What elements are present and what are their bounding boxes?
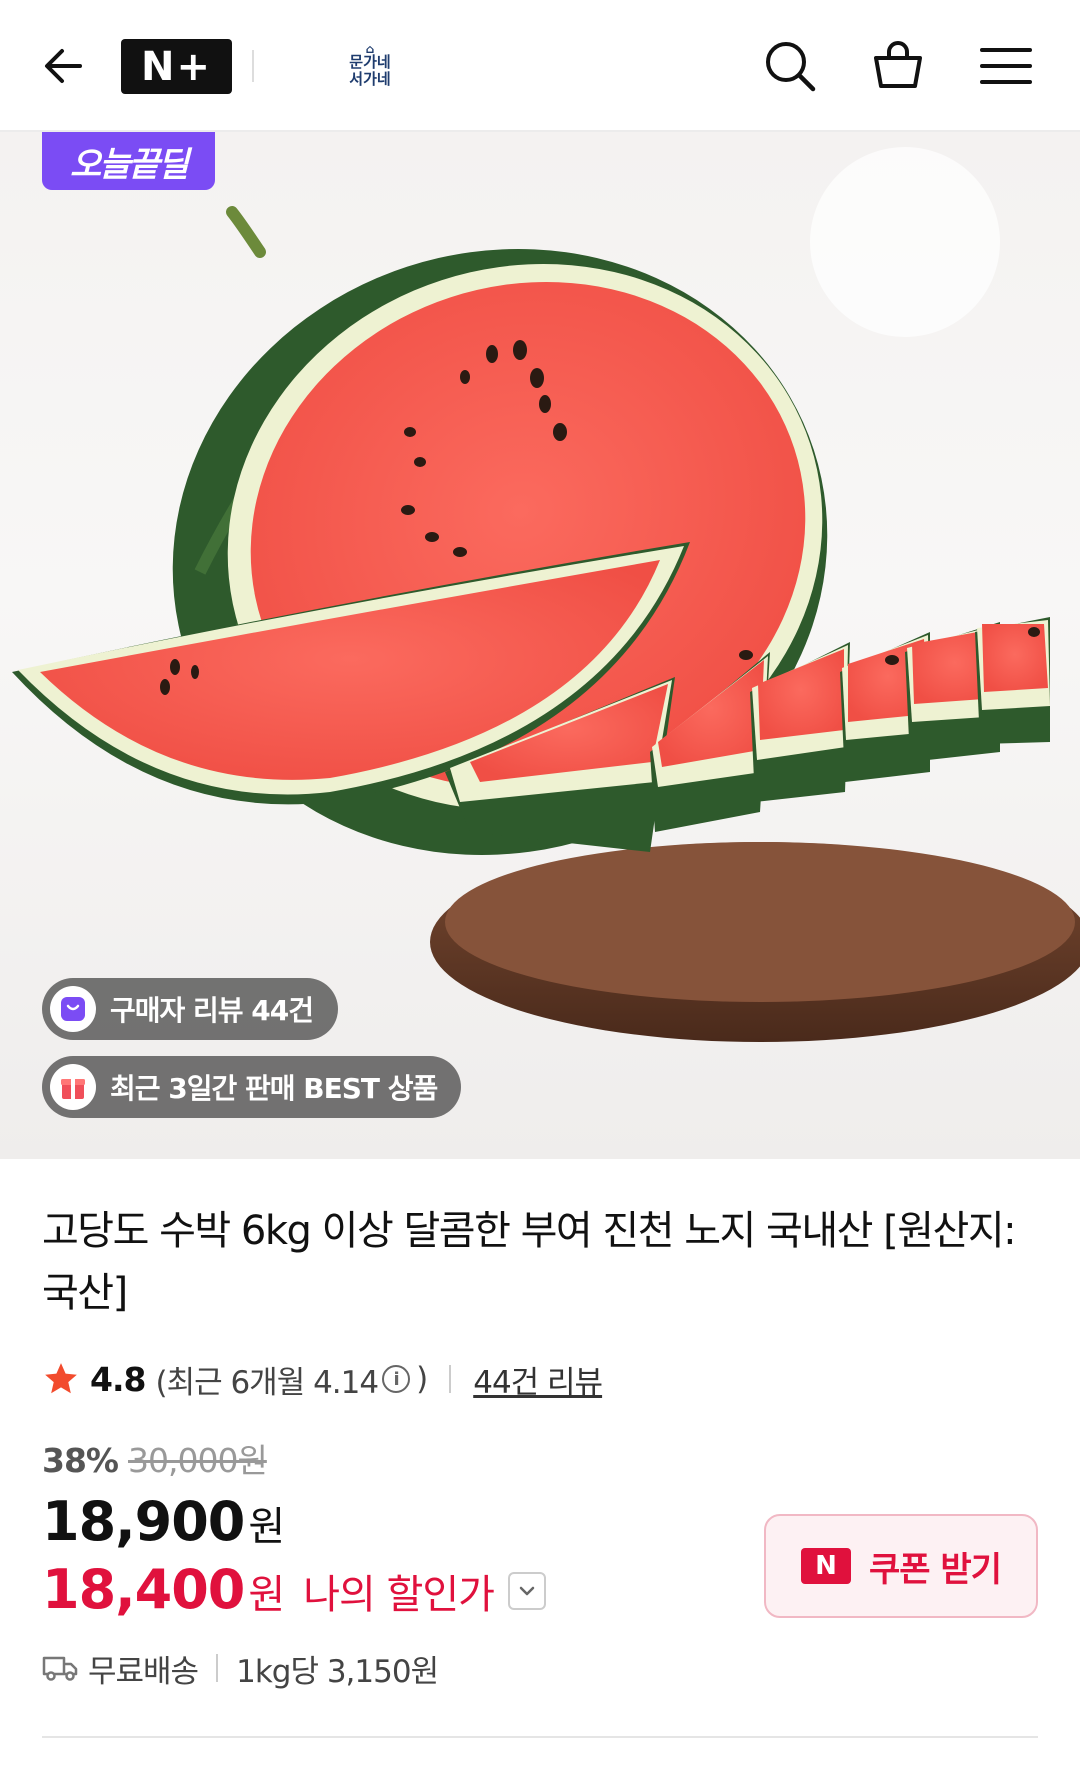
cart-button[interactable] [868, 36, 928, 96]
shipping-divider [216, 1654, 219, 1682]
today-deal-badge: 오늘끝딜 [42, 132, 215, 190]
search-icon [766, 42, 816, 92]
header-divider [252, 50, 254, 82]
review-count-link[interactable]: 44건 리뷰 [473, 1357, 603, 1402]
best-seller-pill[interactable]: 최근 3일간 판매 BEST 상품 [42, 1056, 461, 1118]
original-price: 30,000원 [128, 1441, 268, 1480]
rating-detail: (최근 6개월 4.14 [155, 1364, 379, 1401]
gift-box-icon [50, 1064, 96, 1110]
free-shipping-text: 무료배송 [88, 1653, 199, 1690]
search-button[interactable] [760, 36, 820, 96]
buyer-review-text: 구매자 리뷰 44건 [110, 994, 314, 1027]
delivery-truck-icon [42, 1656, 78, 1681]
rating-row: 4.8 (최근 6개월 4.14 i ) 44건 리뷰 [42, 1355, 603, 1403]
shopping-bag-icon [874, 41, 922, 88]
naver-plus-store-badge[interactable]: N+ [121, 39, 232, 94]
product-title: 고당도 수박 6kg 이상 달콤한 부여 진천 노지 국내산 [원산지:국산] [42, 1208, 1017, 1316]
my-price-expand-button[interactable] [507, 1572, 546, 1610]
get-coupon-button[interactable]: N 쿠폰 받기 [764, 1514, 1038, 1618]
star-icon [45, 1363, 77, 1394]
chevron-down-icon [519, 1586, 535, 1596]
my-price-row: 18,400 원 나의 할인가 [42, 1558, 546, 1624]
my-discount-price: 18,400 [42, 1558, 245, 1621]
arrow-left-icon [45, 49, 82, 83]
unit-price-text: 1kg당 3,150원 [236, 1653, 439, 1690]
get-coupon-label: 쿠폰 받기 [869, 1549, 1002, 1590]
best-seller-text: 최근 3일간 판매 BEST 상품 [110, 1072, 438, 1105]
back-button[interactable] [36, 38, 92, 94]
section-divider [42, 1736, 1038, 1738]
sale-price-row: 18,900 원 [42, 1490, 285, 1556]
info-icon[interactable]: i [382, 1365, 411, 1393]
discount-row: 38% 30,000원 [42, 1434, 268, 1482]
rating-detail-close: ) [416, 1361, 428, 1397]
store-logo[interactable]: ⌂ 문가네 서가네 [340, 38, 400, 94]
menu-button[interactable] [976, 36, 1036, 96]
menu-icon [980, 48, 1032, 84]
rating-divider [449, 1365, 452, 1393]
my-price-unit: 원 [248, 1572, 286, 1618]
naver-n-icon: N [801, 1548, 852, 1584]
store-logo-line2: 서가네 [349, 70, 391, 88]
shipping-row: 무료배송 1kg당 3,150원 [42, 1646, 439, 1690]
top-header: N+ ⌂ 문가네 서가네 [0, 0, 1080, 132]
review-bag-icon [50, 986, 96, 1032]
product-image[interactable]: 오늘끝딜 구매자 리뷰 44건 최근 3일간 판매 BEST 상품 [0, 132, 1080, 1159]
rating-score: 4.8 [90, 1359, 146, 1399]
my-price-label: 나의 할인가 [303, 1572, 495, 1618]
sale-price: 18,900 [42, 1490, 245, 1553]
store-logo-line1: 문가네 [349, 53, 391, 71]
discount-rate: 38% [42, 1441, 119, 1480]
sale-price-unit: 원 [248, 1504, 286, 1550]
buyer-review-pill[interactable]: 구매자 리뷰 44건 [42, 978, 338, 1040]
